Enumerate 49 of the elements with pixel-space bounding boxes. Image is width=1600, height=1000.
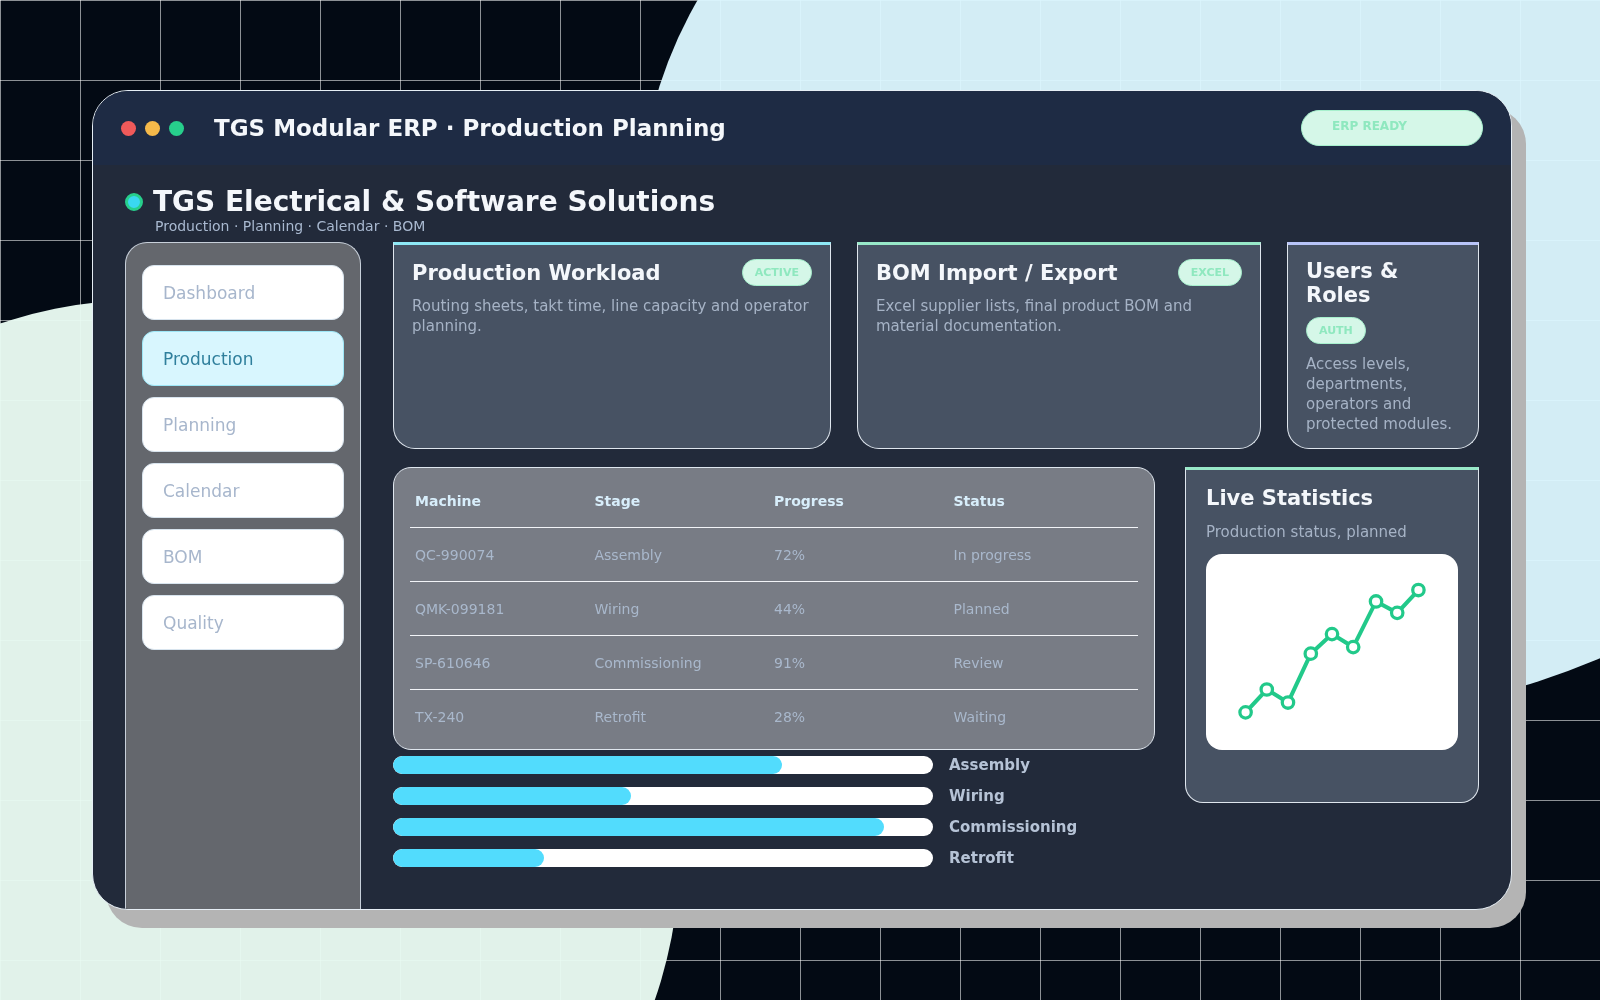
close-dot-icon[interactable] bbox=[121, 120, 136, 136]
column-header: Progress bbox=[774, 492, 845, 509]
window-title: TGS Modular ERP · Production Planning bbox=[214, 115, 727, 141]
maximize-dot-icon[interactable] bbox=[169, 120, 184, 136]
table-cell-text: Review bbox=[953, 654, 1005, 671]
card-description: Excel supplier lists, final product BOM and material documentation. bbox=[876, 296, 1194, 336]
card-description: Routing sheets, takt time, line capacity and operator planning. bbox=[412, 296, 810, 336]
card-title: Live Statistics bbox=[1206, 486, 1375, 510]
table-cell-text: Retrofit bbox=[594, 708, 648, 725]
table-cell-text: QMK-099181 bbox=[415, 600, 506, 617]
column-header: Status bbox=[953, 492, 1006, 509]
table-cell-text: 72% bbox=[774, 546, 807, 563]
table-cell-text: SP-610646 bbox=[415, 654, 492, 671]
sidebar-item[interactable]: Dashboard bbox=[142, 265, 344, 320]
sidebar-item[interactable]: Production bbox=[142, 331, 344, 386]
table-cell-text: 28% bbox=[774, 708, 807, 725]
company-title: TGS Electrical & Software Solutions bbox=[153, 185, 716, 218]
table-cell-text: Commissioning bbox=[594, 654, 703, 671]
sidebar-item[interactable]: Planning bbox=[142, 397, 344, 452]
sidebar-item[interactable]: Calendar bbox=[142, 463, 344, 518]
column-header: Machine bbox=[415, 492, 482, 509]
progress-label: Commissioning bbox=[949, 818, 1078, 836]
progress-label: Assembly bbox=[949, 756, 1030, 774]
table-cell-text: Planned bbox=[953, 600, 1011, 617]
table-cell-text: QC-990074 bbox=[415, 546, 496, 563]
card-badge: ACTIVE bbox=[741, 259, 812, 286]
progress-label: Wiring bbox=[949, 787, 1005, 805]
card-title: Users & Roles bbox=[1306, 259, 1400, 307]
minimize-dot-icon[interactable] bbox=[145, 120, 160, 136]
card-description: Production status, planned bbox=[1206, 522, 1408, 542]
table-cell-text: TX-240 bbox=[415, 708, 466, 725]
card-title: BOM Import / Export bbox=[876, 260, 1118, 285]
table-cell-text: Assembly bbox=[594, 546, 663, 563]
table-cell-text: 44% bbox=[774, 600, 807, 617]
table-cell-text: In progress bbox=[953, 546, 1033, 563]
status-badge: ERP READY bbox=[1301, 110, 1483, 146]
column-header: Stage bbox=[594, 492, 642, 509]
breadcrumb-text: Production · Planning · Calendar · BOM bbox=[155, 218, 427, 234]
status-dot-icon bbox=[125, 192, 143, 211]
progress-label: Retrofit bbox=[949, 849, 1014, 867]
card-title: Production Workload bbox=[412, 260, 661, 285]
sidebar-item[interactable]: Quality bbox=[142, 595, 344, 650]
table-cell-text: 91% bbox=[774, 654, 807, 671]
table-cell-text: Waiting bbox=[953, 708, 1008, 725]
card-badge: AUTH bbox=[1306, 317, 1366, 344]
sidebar-item[interactable]: BOM bbox=[142, 529, 344, 584]
card-description: Access levels, departments, operators and protected modules. bbox=[1306, 354, 1454, 434]
table-cell-text: Wiring bbox=[594, 600, 641, 617]
card-badge: EXCEL bbox=[1177, 259, 1242, 286]
